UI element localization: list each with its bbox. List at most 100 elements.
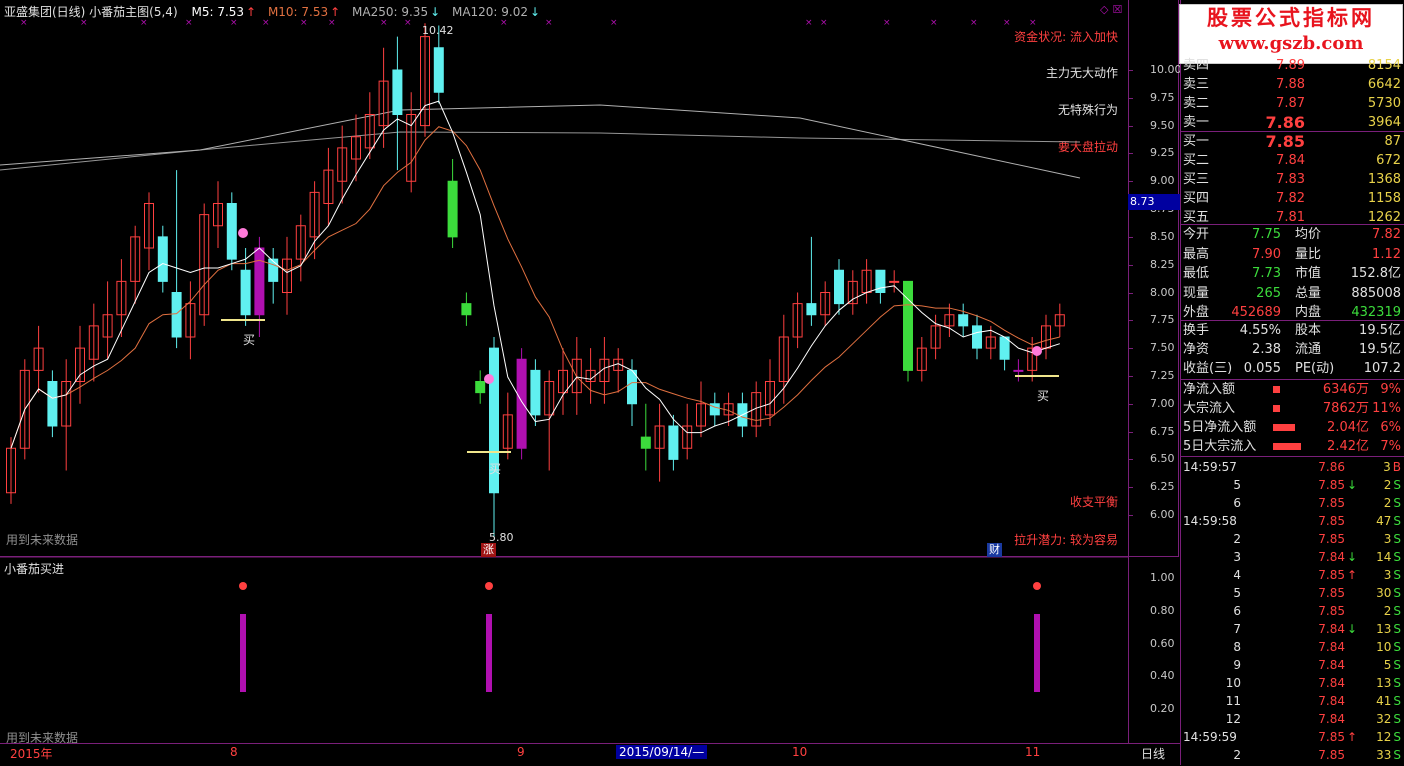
candle-body [475, 381, 486, 394]
tick-row[interactable]: 7 7.84 ↓ 13 S [1181, 620, 1404, 638]
date-label-year: 2015年 [10, 747, 53, 761]
tick-price: 7.85 [1318, 532, 1345, 546]
ask-row: 卖二 7.87 5730 [1181, 94, 1404, 113]
tick-volume: 33 S [1376, 746, 1401, 764]
tick-side: S [1393, 748, 1401, 762]
tick-time: 14:59:57 [1183, 460, 1237, 474]
ask-row: 卖三 7.88 6642 [1181, 75, 1404, 94]
tick-time: 10 [1225, 676, 1241, 690]
price-tick-mark [1128, 320, 1133, 322]
tick-row[interactable]: 9 7.84 5 S [1181, 656, 1404, 674]
tick-time: 3 [1233, 550, 1241, 564]
flow-value: 2.42亿 [1327, 439, 1369, 454]
price-tick-mark [1128, 125, 1133, 127]
signal-flower-icon [1033, 582, 1041, 590]
tick-volume-number: 3 [1383, 460, 1391, 474]
top-marker-icon: × [805, 18, 813, 28]
ask-label: 卖二 [1183, 96, 1210, 111]
price-tick-mark [1128, 292, 1133, 294]
top-marker-icon: × [185, 18, 193, 28]
date-label-aug: 8 [230, 745, 238, 759]
candle-body [640, 436, 651, 449]
tick-row[interactable]: 12 7.84 32 S [1181, 710, 1404, 728]
bid-row: 买三 7.83 1368 [1181, 170, 1404, 189]
ask-row: 卖四 7.89 8154 [1181, 56, 1404, 75]
tick-row[interactable]: 14:59:59 7.85 ↑ 12 S [1181, 728, 1404, 746]
stat-label-2: 量比 [1295, 246, 1322, 262]
tick-volume: 3B [1383, 458, 1401, 476]
tick-row[interactable]: 6 7.85 2 S [1181, 494, 1404, 512]
stat-label-2: 市值 [1295, 266, 1322, 281]
tick-time: 14:59:58 [1183, 514, 1237, 528]
tick-row[interactable]: 14:59:57 7.86 3 B [1181, 458, 1404, 476]
tick-row[interactable]: 2 7.85 33 S [1181, 746, 1404, 764]
flow-label: 净流入额 [1183, 382, 1236, 397]
tick-volume: 2S [1384, 494, 1401, 512]
tick-side: S [1393, 640, 1401, 654]
price-tick-label: 6.50 [1150, 452, 1175, 466]
price-tick-mark [1128, 181, 1133, 183]
tick-row[interactable]: 14:59:58 7.85 47 S [1181, 512, 1404, 530]
date-axis[interactable] [0, 743, 1180, 766]
flow-row: 5日大宗流入 2.42亿 7% [1181, 437, 1404, 456]
zhang-tag[interactable]: 涨 [481, 543, 496, 557]
candle-body [668, 425, 679, 460]
tick-volume: 2S [1384, 602, 1401, 620]
tick-row[interactable]: 3 7.84 ↓ 14 S [1181, 548, 1404, 566]
tick-time: 9 [1233, 658, 1241, 672]
high-price-mark: 10.42 [422, 24, 454, 37]
candle-body [240, 269, 251, 316]
tick-volume: 47 S [1376, 512, 1401, 530]
stat-value: 0.055 [1243, 361, 1281, 376]
tick-volume: 41 S [1376, 692, 1401, 710]
watermark-logo: 股票公式指标网 www.gszb.com [1179, 4, 1403, 64]
tick-volume: 12 S [1376, 728, 1401, 746]
stat-label-2: PE(动) [1295, 361, 1335, 376]
candle-body [226, 203, 237, 260]
bid-price: 7.83 [1276, 172, 1305, 187]
price-tick-label: 8.00 [1150, 285, 1175, 299]
stat-value: 7.90 [1252, 246, 1281, 262]
candlestick-chart[interactable]: × × × × × × × × × × × × × × × × × × × × [0, 0, 1128, 556]
ask-volume: 3964 [1367, 115, 1401, 130]
top-marker-icon: × [262, 18, 270, 28]
tick-row[interactable]: 11 7.84 41 S [1181, 692, 1404, 710]
tick-row[interactable]: 8 7.84 10 S [1181, 638, 1404, 656]
tick-side: S [1393, 568, 1401, 582]
cai-tag[interactable]: 财 [987, 543, 1002, 557]
price-tick-mark [1128, 153, 1133, 155]
tick-time: 2 [1233, 532, 1241, 546]
candle-body [834, 269, 844, 305]
bid-price: 7.84 [1276, 153, 1305, 168]
stat-value-2: 19.5亿 [1359, 342, 1401, 357]
flows-separator [1181, 456, 1404, 457]
period-label[interactable]: 日线 [1141, 745, 1165, 762]
tick-volume: 2S [1384, 476, 1401, 494]
top-marker-icon: × [500, 18, 508, 28]
tick-row[interactable]: 4 7.85 ↑ 3 S [1181, 566, 1404, 584]
tick-row[interactable]: 5 7.85 ↓ 2 S [1181, 476, 1404, 494]
top-marker-icon: × [404, 18, 412, 28]
tick-price: 7.85 [1318, 748, 1345, 762]
tick-row[interactable]: 6 7.85 2 S [1181, 602, 1404, 620]
tick-side: B [1392, 460, 1401, 474]
signal-chart[interactable] [0, 557, 1128, 743]
price-tick-mark [1128, 431, 1133, 433]
tick-side: S [1393, 514, 1401, 528]
buy-flower-icon [484, 374, 494, 384]
price-tick-mark [1128, 236, 1133, 238]
top-marker-icon: × [545, 18, 553, 28]
stat-label: 今开 [1183, 227, 1210, 242]
tick-price: 7.85 [1318, 730, 1345, 744]
signal-bar [240, 614, 246, 692]
up-arrow-icon: ↑ [1346, 568, 1357, 582]
stat-label: 换手 [1183, 323, 1210, 338]
tick-row[interactable]: 5 7.85 30 S [1181, 584, 1404, 602]
ask-price: 7.89 [1276, 58, 1305, 73]
date-label-oct: 10 [792, 745, 808, 759]
tick-time: 5 [1233, 478, 1241, 492]
tick-row[interactable]: 10 7.84 13 S [1181, 674, 1404, 692]
ask-price: 7.87 [1276, 96, 1305, 111]
candle-body [392, 69, 403, 115]
tick-row[interactable]: 2 7.85 3 S [1181, 530, 1404, 548]
